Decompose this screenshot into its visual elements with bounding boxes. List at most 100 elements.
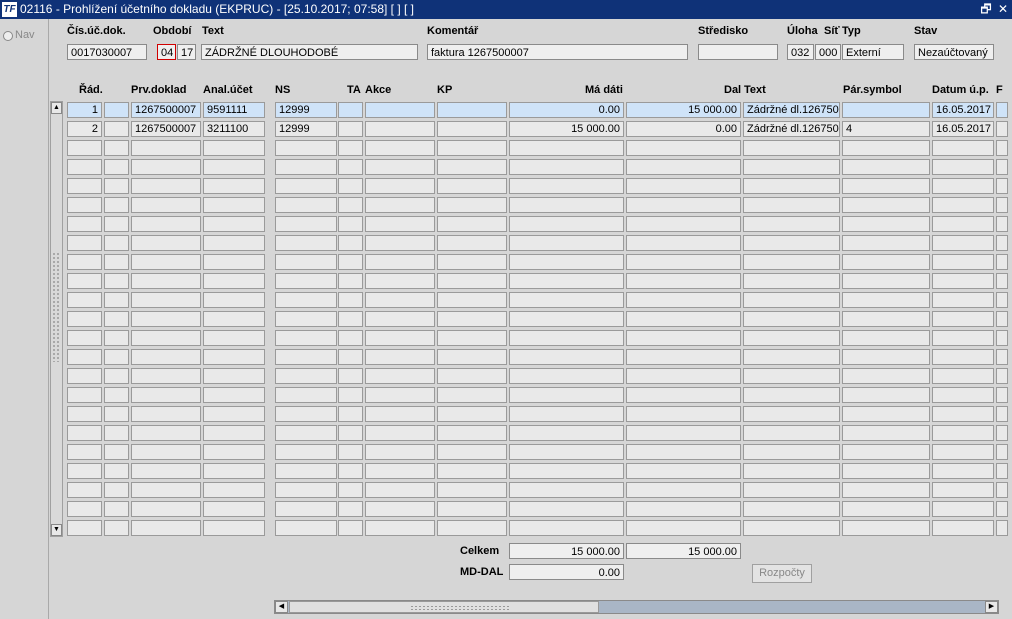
table-cell[interactable]	[509, 425, 624, 441]
table-cell[interactable]	[131, 330, 201, 346]
table-cell[interactable]	[509, 254, 624, 270]
table-cell[interactable]	[338, 235, 363, 251]
table-cell[interactable]	[996, 121, 1008, 137]
table-cell[interactable]	[131, 140, 201, 156]
table-cell[interactable]	[67, 387, 102, 403]
table-cell[interactable]	[203, 273, 265, 289]
vertical-scrollbar[interactable]: ▲ ▼	[50, 101, 63, 537]
table-cell[interactable]	[203, 463, 265, 479]
table-cell[interactable]	[104, 159, 129, 175]
table-cell[interactable]	[932, 482, 994, 498]
table-cell[interactable]	[131, 425, 201, 441]
table-cell[interactable]	[131, 311, 201, 327]
table-cell[interactable]	[67, 292, 102, 308]
table-cell[interactable]	[365, 311, 435, 327]
table-cell[interactable]	[338, 482, 363, 498]
table-cell[interactable]	[437, 178, 507, 194]
table-cell[interactable]	[275, 387, 337, 403]
table-cell[interactable]: 3211100	[203, 121, 265, 137]
table-cell[interactable]	[67, 273, 102, 289]
table-cell[interactable]	[338, 368, 363, 384]
task-field[interactable]: 032	[787, 44, 814, 60]
table-cell[interactable]	[67, 482, 102, 498]
table-cell[interactable]	[275, 197, 337, 213]
table-cell[interactable]	[203, 387, 265, 403]
table-cell[interactable]	[275, 273, 337, 289]
table-cell[interactable]	[338, 292, 363, 308]
horizontal-scroll-thumb[interactable]	[289, 601, 599, 613]
table-cell[interactable]	[338, 463, 363, 479]
table-cell[interactable]	[743, 425, 840, 441]
table-cell[interactable]	[932, 292, 994, 308]
table-cell[interactable]	[203, 349, 265, 365]
table-cell[interactable]	[365, 368, 435, 384]
table-cell[interactable]	[932, 235, 994, 251]
table-cell[interactable]	[932, 178, 994, 194]
table-cell[interactable]	[437, 349, 507, 365]
table-cell[interactable]	[104, 501, 129, 517]
table-cell[interactable]	[338, 140, 363, 156]
table-cell[interactable]	[275, 311, 337, 327]
table-cell[interactable]	[626, 254, 741, 270]
table-cell[interactable]	[131, 273, 201, 289]
table-cell[interactable]	[842, 235, 930, 251]
table-cell[interactable]	[626, 311, 741, 327]
table-cell[interactable]	[437, 520, 507, 536]
horizontal-scrollbar[interactable]: ◀ ▶	[274, 600, 999, 614]
table-cell[interactable]	[104, 273, 129, 289]
table-cell[interactable]	[338, 387, 363, 403]
table-cell[interactable]	[996, 140, 1008, 156]
table-cell[interactable]	[275, 216, 337, 232]
table-cell[interactable]	[509, 311, 624, 327]
table-cell[interactable]	[626, 444, 741, 460]
table-cell[interactable]	[996, 159, 1008, 175]
table-cell[interactable]	[275, 520, 337, 536]
table-cell[interactable]	[437, 482, 507, 498]
table-cell[interactable]	[996, 425, 1008, 441]
table-cell[interactable]	[842, 387, 930, 403]
table-cell[interactable]	[338, 159, 363, 175]
table-cell[interactable]	[509, 216, 624, 232]
table-cell[interactable]	[437, 159, 507, 175]
table-cell[interactable]	[275, 254, 337, 270]
table-cell[interactable]	[338, 178, 363, 194]
table-cell[interactable]	[509, 406, 624, 422]
table-cell[interactable]	[932, 330, 994, 346]
table-cell[interactable]	[203, 216, 265, 232]
table-cell[interactable]: 15 000.00	[626, 102, 741, 118]
table-cell[interactable]	[104, 330, 129, 346]
table-cell[interactable]	[131, 235, 201, 251]
table-cell[interactable]	[743, 140, 840, 156]
table-cell[interactable]	[743, 406, 840, 422]
table-cell[interactable]	[437, 311, 507, 327]
table-cell[interactable]: 0.00	[626, 121, 741, 137]
table-cell[interactable]	[743, 482, 840, 498]
table-cell[interactable]	[365, 501, 435, 517]
table-cell[interactable]	[365, 197, 435, 213]
table-cell[interactable]	[203, 368, 265, 384]
table-cell[interactable]: 15 000.00	[509, 121, 624, 137]
table-cell[interactable]	[365, 425, 435, 441]
table-cell[interactable]	[996, 387, 1008, 403]
table-cell[interactable]	[365, 216, 435, 232]
table-cell[interactable]	[626, 330, 741, 346]
table-cell[interactable]: 1	[67, 102, 102, 118]
table-cell[interactable]	[509, 501, 624, 517]
table-cell[interactable]	[996, 254, 1008, 270]
table-cell[interactable]	[338, 349, 363, 365]
table-cell[interactable]	[67, 368, 102, 384]
type-field[interactable]: Externí	[842, 44, 904, 60]
table-cell[interactable]	[932, 159, 994, 175]
table-cell[interactable]	[437, 387, 507, 403]
table-cell[interactable]	[104, 216, 129, 232]
net-field[interactable]: 000	[815, 44, 841, 60]
table-cell[interactable]	[932, 425, 994, 441]
table-cell[interactable]	[131, 368, 201, 384]
budgets-button[interactable]: Rozpočty	[752, 564, 812, 583]
table-cell[interactable]	[131, 292, 201, 308]
table-cell[interactable]	[509, 292, 624, 308]
table-cell[interactable]: 0.00	[509, 102, 624, 118]
table-cell[interactable]	[104, 140, 129, 156]
table-cell[interactable]	[338, 121, 363, 137]
table-cell[interactable]	[275, 425, 337, 441]
